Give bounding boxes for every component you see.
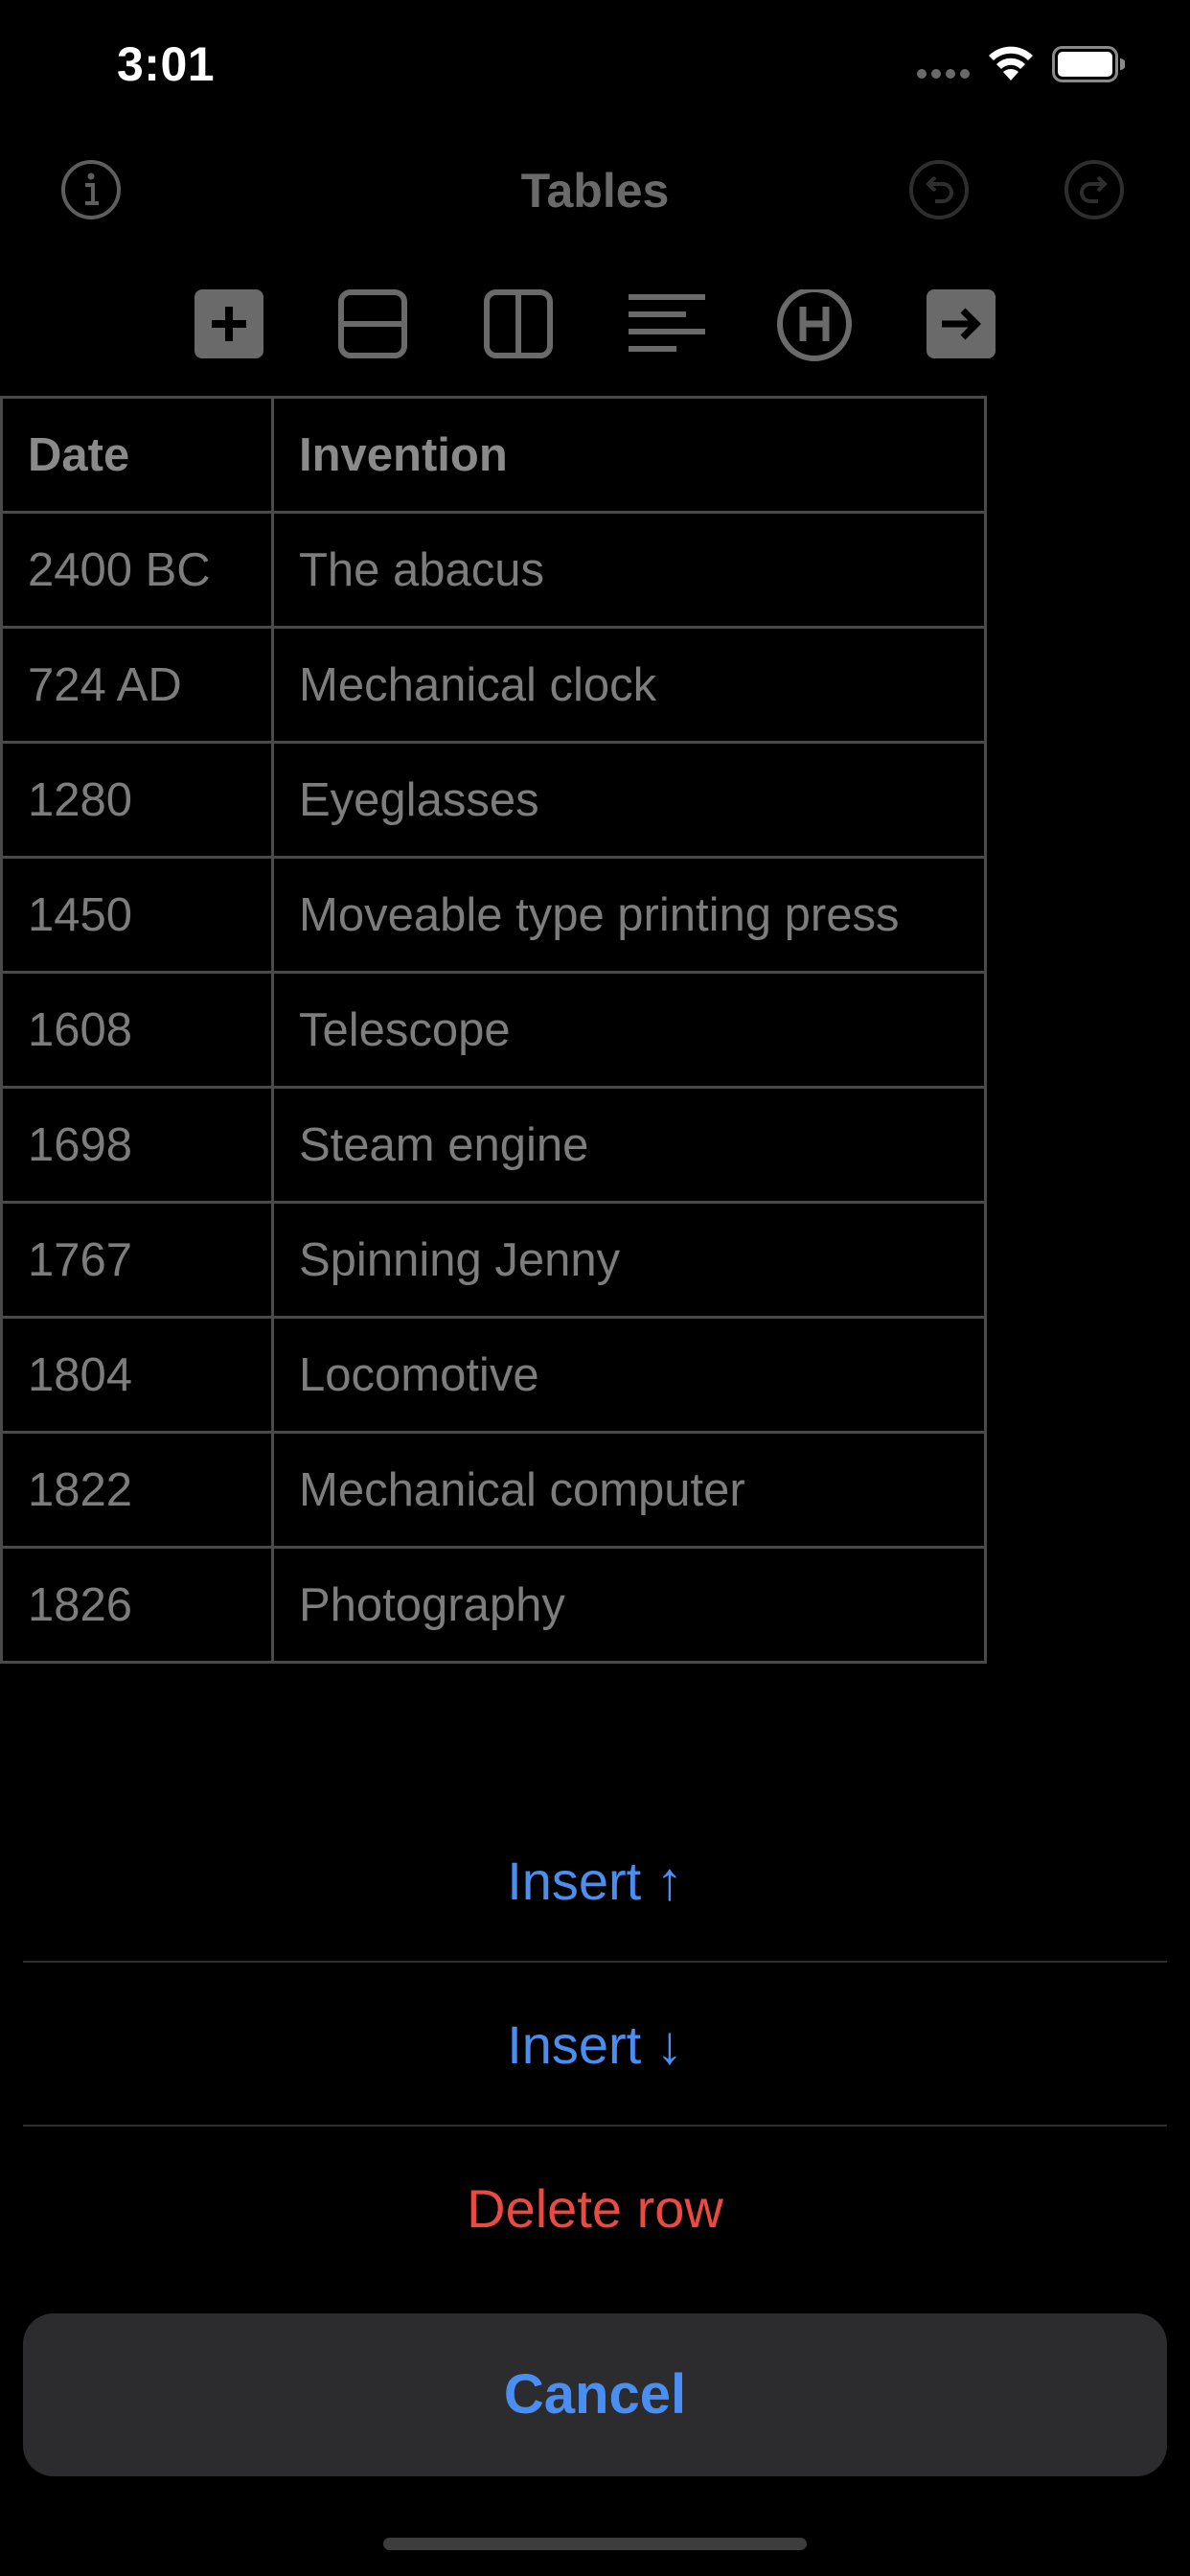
table-row-icon xyxy=(338,289,407,358)
insert-table-button[interactable] xyxy=(195,289,263,358)
table-cell-date[interactable]: 1804 xyxy=(0,1316,274,1434)
plus-square-icon xyxy=(195,289,263,358)
table-cell-date[interactable]: 1698 xyxy=(0,1086,274,1204)
status-time: 3:01 xyxy=(117,37,216,91)
cellular-signal-icon xyxy=(916,67,972,84)
table-header-row: Date Invention xyxy=(0,396,987,514)
home-indicator[interactable] xyxy=(383,2538,807,2550)
next-cell-button[interactable] xyxy=(927,289,995,358)
table-row: 1450 Moveable type printing press xyxy=(0,856,987,974)
table-cell-date[interactable]: 1767 xyxy=(0,1201,274,1319)
battery-icon xyxy=(1052,46,1126,87)
inventions-table: Date Invention 2400 BC The abacus 724 AD… xyxy=(0,396,987,1664)
delete-row-button[interactable]: Delete row xyxy=(23,2128,1167,2290)
table-cell-date[interactable]: 724 AD xyxy=(0,626,274,744)
row-button[interactable] xyxy=(338,289,407,358)
table-cell-date[interactable]: 2400 BC xyxy=(0,511,274,629)
table-cell-date[interactable]: 1608 xyxy=(0,971,274,1089)
column-button[interactable] xyxy=(484,289,553,358)
table-cell-date[interactable]: 1826 xyxy=(0,1546,274,1664)
arrow-right-square-icon xyxy=(927,289,995,358)
insert-below-button[interactable]: Insert ↓ xyxy=(23,1964,1167,2127)
cancel-button[interactable]: Cancel xyxy=(23,2313,1167,2476)
table-row: 1767 Spinning Jenny xyxy=(0,1201,987,1319)
table-cell-invention[interactable]: Mechanical clock xyxy=(271,626,987,744)
table-row: 724 AD Mechanical clock xyxy=(0,626,987,744)
table-cell-date[interactable]: 1450 xyxy=(0,856,274,974)
table-cell-invention[interactable]: Spinning Jenny xyxy=(271,1201,987,1319)
table-row: 1280 Eyeglasses xyxy=(0,741,987,859)
table-column-icon xyxy=(484,289,553,358)
page-title: Tables xyxy=(520,164,670,218)
undo-icon xyxy=(909,160,969,219)
table-cell-date[interactable]: 1280 xyxy=(0,741,274,859)
divider xyxy=(23,1961,1167,1963)
table-row: 1826 Photography xyxy=(0,1546,987,1664)
alignment-button[interactable] xyxy=(629,289,705,358)
header-circle-icon xyxy=(777,287,852,361)
divider xyxy=(23,2125,1167,2127)
table-row: 1608 Telescope xyxy=(0,971,987,1089)
header-cell-invention[interactable]: Invention xyxy=(271,396,987,514)
table-cell-invention[interactable]: Steam engine xyxy=(271,1086,987,1204)
redo-button[interactable] xyxy=(1064,159,1125,220)
wifi-icon xyxy=(987,44,1035,87)
table-row: 1822 Mechanical computer xyxy=(0,1431,987,1549)
table-row: 1698 Steam engine xyxy=(0,1086,987,1204)
table-cell-invention[interactable]: Mechanical computer xyxy=(271,1431,987,1549)
undo-button[interactable] xyxy=(908,159,970,220)
header-cell-date[interactable]: Date xyxy=(0,396,274,514)
table-cell-date[interactable]: 1822 xyxy=(0,1431,274,1549)
table-cell-invention[interactable]: Moveable type printing press xyxy=(271,856,987,974)
table-cell-invention[interactable]: Locomotive xyxy=(271,1316,987,1434)
table-cell-invention[interactable]: The abacus xyxy=(271,511,987,629)
text-align-left-icon xyxy=(629,294,705,352)
header-toggle-button[interactable] xyxy=(776,287,852,361)
table-cell-invention[interactable]: Eyeglasses xyxy=(271,741,987,859)
table-row: 2400 BC The abacus xyxy=(0,511,987,629)
table-row: 1804 Locomotive xyxy=(0,1316,987,1434)
redo-icon xyxy=(1064,160,1124,219)
table-cell-invention[interactable]: Telescope xyxy=(271,971,987,1089)
table-cell-invention[interactable]: Photography xyxy=(271,1546,987,1664)
insert-above-button[interactable]: Insert ↑ xyxy=(23,1800,1167,1963)
